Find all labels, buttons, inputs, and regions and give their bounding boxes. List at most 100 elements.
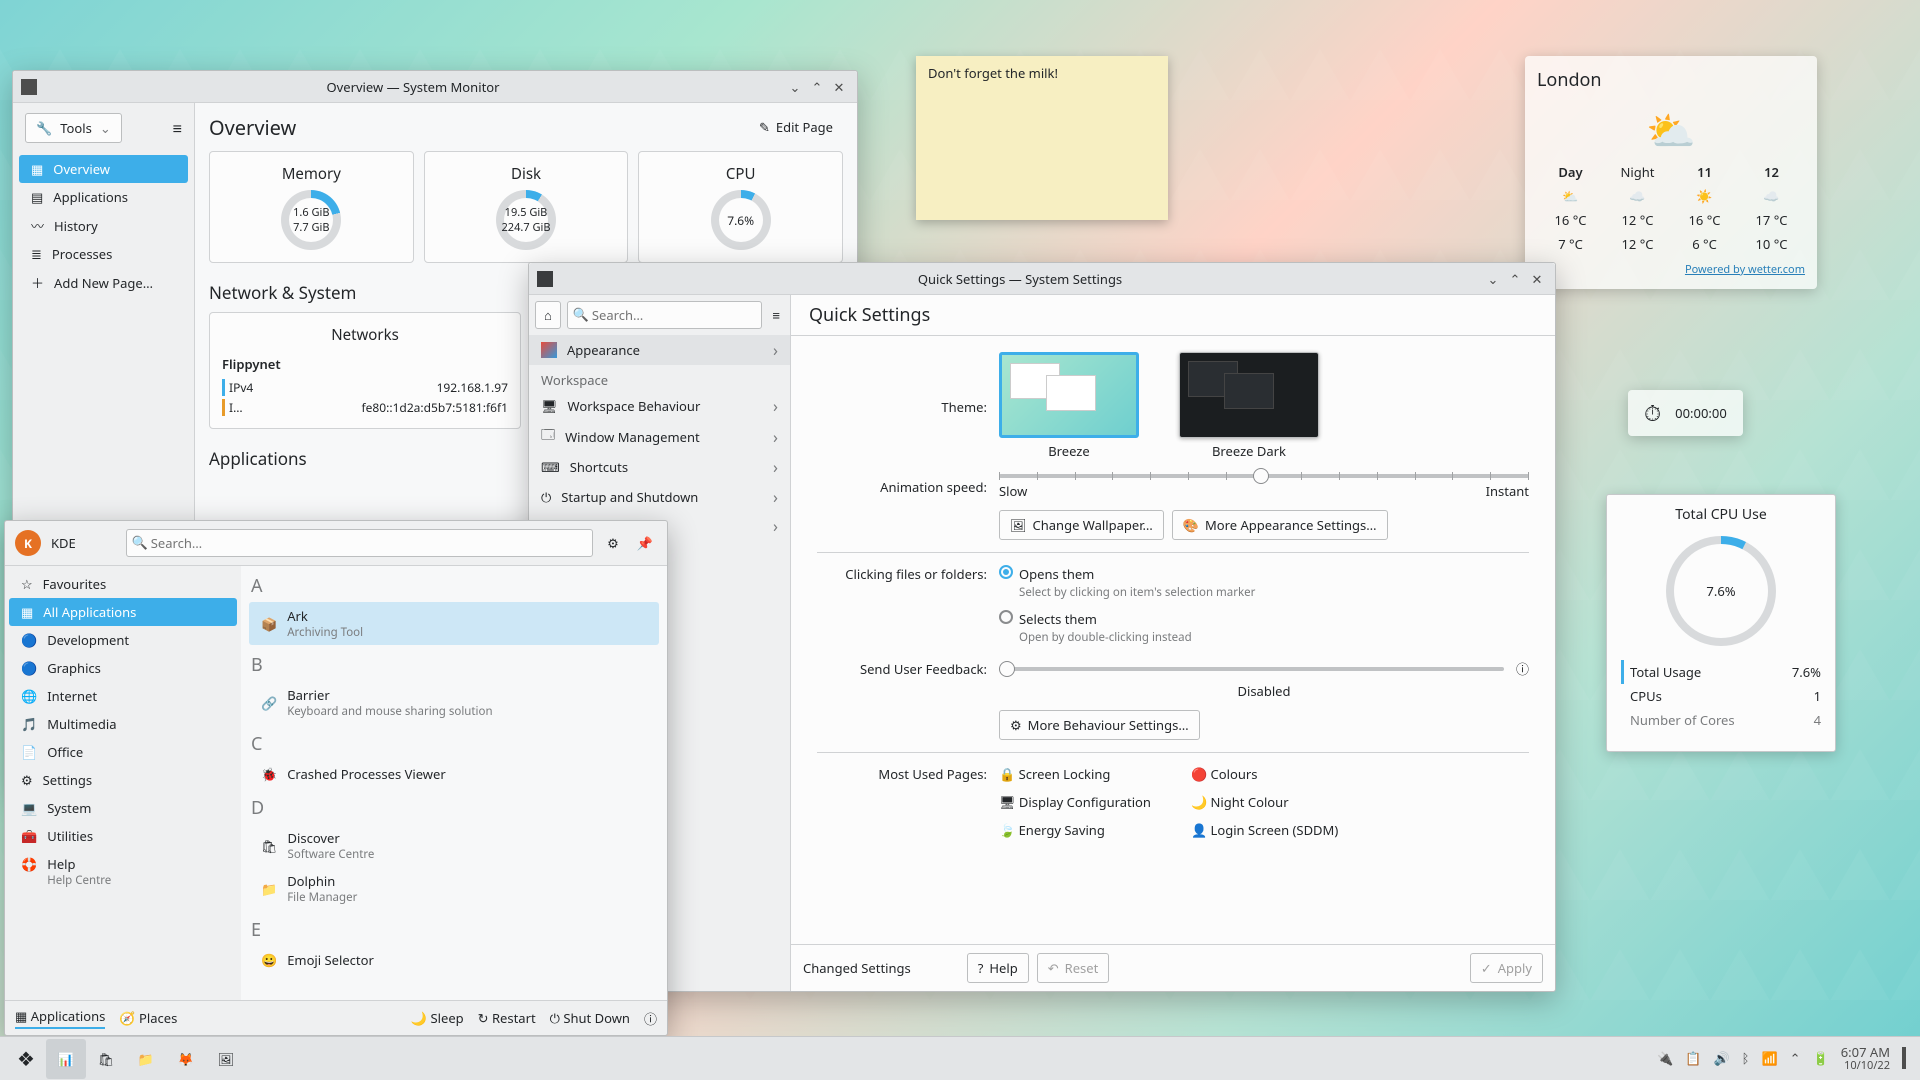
cat-utilities[interactable]: 🧰Utilities bbox=[9, 822, 237, 850]
timer-widget[interactable]: ⏱ 00:00:00 bbox=[1628, 390, 1743, 436]
animation-slider[interactable] bbox=[999, 474, 1529, 478]
app-discover[interactable]: 🛍 DiscoverSoftware Centre bbox=[249, 824, 659, 867]
link-energy[interactable]: 🍃 Energy Saving bbox=[999, 821, 1151, 839]
cat-all-applications[interactable]: ▦All Applications bbox=[9, 598, 237, 626]
ark-icon: 📦 bbox=[261, 615, 277, 633]
cat-favourites[interactable]: ☆Favourites bbox=[9, 570, 237, 598]
titlebar[interactable]: Quick Settings — System Settings ⌄ ⌃ ✕ bbox=[529, 263, 1555, 295]
tab-applications[interactable]: ▦ Applications bbox=[15, 1007, 105, 1029]
more-behaviour-button[interactable]: ⚙More Behaviour Settings… bbox=[999, 710, 1200, 740]
search-icon: 🔍 bbox=[132, 533, 148, 551]
nav-history[interactable]: 〰History bbox=[19, 211, 188, 240]
radio-opens[interactable]: Opens them bbox=[999, 565, 1255, 583]
nav-applications[interactable]: ▤Applications bbox=[19, 183, 188, 211]
task-discover[interactable]: 🛍 bbox=[86, 1039, 126, 1079]
tray-bluetooth-icon[interactable]: ᛒ bbox=[1742, 1049, 1750, 1067]
change-wallpaper-button[interactable]: 🖼Change Wallpaper… bbox=[999, 510, 1164, 540]
task-sysmonitor[interactable]: 📊 bbox=[46, 1039, 86, 1079]
cpu-tile-donut: 7.6% bbox=[711, 190, 771, 250]
close-button[interactable]: ✕ bbox=[829, 77, 849, 97]
category-workspace-behaviour[interactable]: 🖥Workspace Behaviour bbox=[529, 391, 790, 421]
nav-add-page[interactable]: ＋Add New Page… bbox=[19, 268, 188, 297]
restart-button[interactable]: ↻ Restart bbox=[478, 1009, 536, 1027]
help-button[interactable]: ?Help bbox=[967, 953, 1029, 983]
app-dolphin[interactable]: 📁 DolphinFile Manager bbox=[249, 867, 659, 910]
login-icon: 👤 bbox=[1191, 821, 1207, 839]
edit-page-button[interactable]: ✎Edit Page bbox=[749, 113, 843, 141]
nav-overview[interactable]: ▦Overview bbox=[19, 155, 188, 183]
page-title: Overview bbox=[209, 114, 296, 141]
link-display[interactable]: 🖥 Display Configuration bbox=[999, 793, 1151, 811]
tray-wifi-icon[interactable]: 📶 bbox=[1761, 1049, 1777, 1067]
category-appearance[interactable]: Appearance bbox=[529, 335, 790, 365]
cat-multimedia[interactable]: 🎵Multimedia bbox=[9, 710, 237, 738]
filter-icon[interactable]: ⚙ bbox=[603, 530, 623, 556]
feedback-slider[interactable] bbox=[999, 667, 1504, 671]
link-login-screen[interactable]: 👤 Login Screen (SDDM) bbox=[1191, 821, 1343, 839]
cat-settings[interactable]: ⚙Settings bbox=[9, 766, 237, 794]
feedback-status: Disabled bbox=[999, 682, 1529, 700]
info-icon[interactable]: ⓘ bbox=[1516, 659, 1529, 678]
changed-settings-link[interactable]: Changed Settings bbox=[803, 959, 911, 977]
hamburger-icon[interactable]: ≡ bbox=[173, 117, 182, 139]
sticky-note[interactable]: Don't forget the milk! bbox=[916, 56, 1168, 220]
cat-help[interactable]: 🛟 HelpHelp Centre bbox=[9, 850, 237, 893]
user-avatar[interactable]: K bbox=[15, 530, 41, 556]
task-files[interactable]: 📁 bbox=[126, 1039, 166, 1079]
link-colours[interactable]: 🔴 Colours bbox=[1191, 765, 1343, 783]
tray-chevron-icon[interactable]: ⌃ bbox=[1790, 1049, 1801, 1067]
app-barrier[interactable]: 🔗 BarrierKeyboard and mouse sharing solu… bbox=[249, 681, 659, 724]
picture-icon: 🖼 bbox=[1010, 516, 1027, 534]
tray-usb-icon[interactable]: 🔌 bbox=[1657, 1049, 1673, 1067]
app-ark[interactable]: 📦 ArkArchiving Tool bbox=[249, 602, 659, 645]
task-firefox[interactable]: 🦊 bbox=[166, 1039, 206, 1079]
tools-button[interactable]: 🔧 Tools ⌄ bbox=[25, 113, 122, 143]
letter-B: B bbox=[249, 645, 659, 681]
cpu-widget-title: Total CPU Use bbox=[1621, 505, 1821, 524]
cat-system[interactable]: 💻System bbox=[9, 794, 237, 822]
pin-icon[interactable]: 📌 bbox=[633, 530, 657, 556]
most-used-label: Most Used Pages: bbox=[817, 765, 987, 839]
cat-office[interactable]: 📄Office bbox=[9, 738, 237, 766]
start-button[interactable]: ❖ bbox=[6, 1039, 46, 1079]
app-crashed[interactable]: 🐞 Crashed Processes Viewer bbox=[249, 760, 659, 788]
category-startup[interactable]: ⏻Startup and Shutdown bbox=[529, 482, 790, 512]
maximize-button[interactable]: ⌃ bbox=[1505, 269, 1525, 289]
shutdown-button[interactable]: ⏻ Shut Down bbox=[550, 1009, 630, 1027]
theme-breeze[interactable] bbox=[999, 352, 1139, 438]
category-shortcuts[interactable]: ⌨Shortcuts bbox=[529, 452, 790, 482]
minimize-button[interactable]: ⌄ bbox=[785, 77, 805, 97]
home-button[interactable]: ⌂ bbox=[535, 301, 561, 329]
weather-credit-link[interactable]: Powered by wetter.com bbox=[1685, 262, 1805, 277]
link-night-colour[interactable]: 🌙 Night Colour bbox=[1191, 793, 1343, 811]
sleep-button[interactable]: 🌙 Sleep bbox=[411, 1009, 464, 1027]
hamburger-icon[interactable]: ≡ bbox=[768, 302, 784, 328]
show-desktop-button[interactable] bbox=[1902, 1049, 1906, 1067]
settings-search[interactable] bbox=[567, 301, 763, 329]
link-screen-locking[interactable]: 🔒 Screen Locking bbox=[999, 765, 1151, 783]
maximize-button[interactable]: ⌃ bbox=[807, 77, 827, 97]
more-appearance-button[interactable]: 🎨More Appearance Settings… bbox=[1172, 510, 1388, 540]
launcher-search[interactable] bbox=[126, 529, 593, 557]
cat-graphics[interactable]: 🔵Graphics bbox=[9, 654, 237, 682]
nav-processes[interactable]: ≣Processes bbox=[19, 240, 188, 268]
titlebar[interactable]: Overview — System Monitor ⌄ ⌃ ✕ bbox=[13, 71, 857, 103]
tray-volume-icon[interactable]: 🔊 bbox=[1713, 1049, 1729, 1067]
tray-clipboard-icon[interactable]: 📋 bbox=[1685, 1049, 1701, 1067]
close-button[interactable]: ✕ bbox=[1527, 269, 1547, 289]
cat-development[interactable]: 🔵Development bbox=[9, 626, 237, 654]
tray-battery-icon[interactable]: 🔋 bbox=[1813, 1049, 1829, 1067]
app-emoji[interactable]: 😀 Emoji Selector bbox=[249, 946, 659, 974]
minimize-button[interactable]: ⌄ bbox=[1483, 269, 1503, 289]
radio-selects[interactable]: Selects them bbox=[999, 610, 1255, 628]
category-window-management[interactable]: 🗔Window Management bbox=[529, 421, 790, 452]
reset-button[interactable]: ↶Reset bbox=[1037, 953, 1110, 983]
theme-breeze-dark[interactable] bbox=[1179, 352, 1319, 438]
cpu-row: CPUs1 bbox=[1621, 684, 1821, 708]
task-settings[interactable]: 🖼 bbox=[206, 1039, 246, 1079]
tab-places[interactable]: 🧭 Places bbox=[119, 1009, 177, 1027]
cpu-widget: Total CPU Use 7.6% Total Usage7.6% CPUs1… bbox=[1606, 494, 1836, 752]
cat-internet[interactable]: 🌐Internet bbox=[9, 682, 237, 710]
apply-button[interactable]: ✓Apply bbox=[1470, 953, 1543, 983]
more-icon[interactable]: ⓘ bbox=[644, 1009, 657, 1028]
